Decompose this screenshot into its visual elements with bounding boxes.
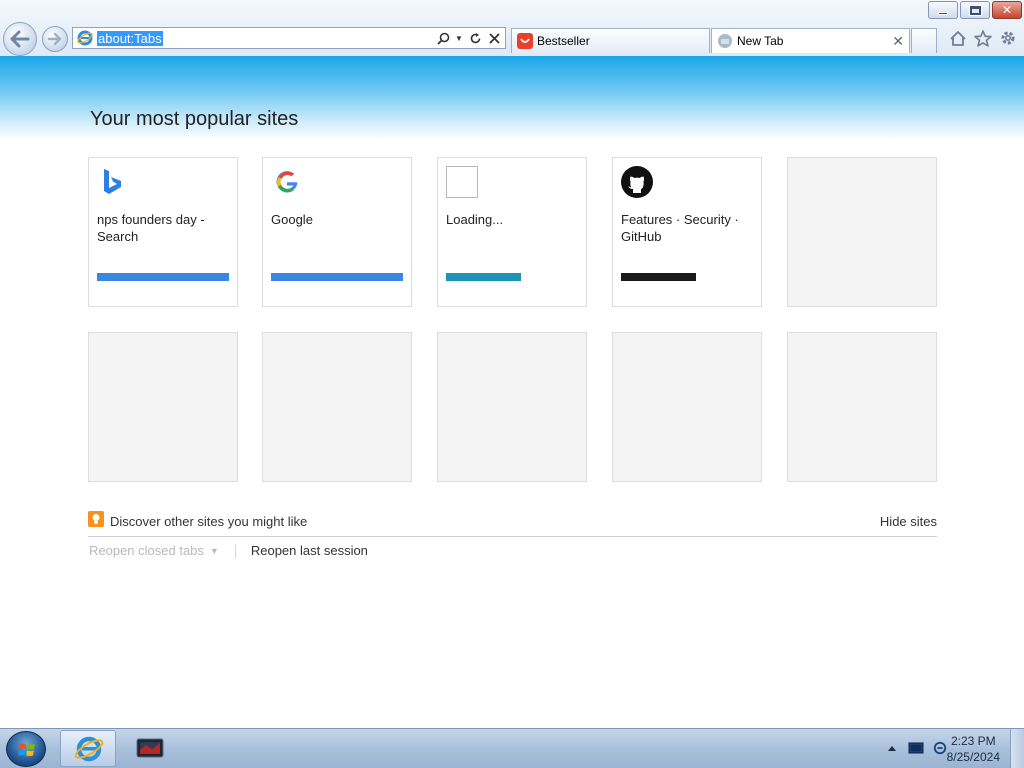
back-button[interactable] <box>3 22 37 56</box>
close-icon: ✕ <box>1001 3 1013 17</box>
discover-row: Discover other sites you might like Hide… <box>88 511 937 537</box>
forward-button[interactable] <box>42 26 68 52</box>
tile-accent-bar <box>97 273 229 281</box>
taskbar-internet-explorer[interactable] <box>60 730 116 767</box>
clock[interactable]: 2:23 PM 8/25/2024 <box>947 733 1000 765</box>
tab-label: New Tab <box>737 34 784 48</box>
tile-accent-bar <box>271 273 403 281</box>
site-tile-google[interactable]: Google <box>262 157 412 307</box>
clock-time: 2:23 PM <box>950 734 996 748</box>
lightbulb-icon <box>88 511 104 527</box>
gear-icon[interactable] <box>998 28 1018 48</box>
tab-label: Bestseller <box>537 34 590 48</box>
empty-site-tile <box>88 332 238 482</box>
tile-title: Google <box>271 212 313 227</box>
action-center-icon[interactable] <box>908 741 924 755</box>
close-button[interactable]: ✕ <box>992 1 1022 19</box>
tab-new-tab[interactable]: New Tab ✕ <box>711 28 910 53</box>
star-icon[interactable] <box>973 28 993 48</box>
ie-icon <box>74 736 104 762</box>
address-actions: ▼ <box>436 30 501 46</box>
taskbar: 2:23 PM 8/25/2024 <box>0 728 1024 768</box>
tile-accent-bar <box>621 273 696 281</box>
search-icon[interactable] <box>436 30 450 46</box>
google-icon <box>276 171 298 193</box>
window-switcher-icon <box>136 738 164 758</box>
dropdown-icon[interactable]: ▼ <box>455 30 463 46</box>
empty-site-tile <box>262 332 412 482</box>
hide-sites-link[interactable]: Hide sites <box>880 514 937 529</box>
chevron-down-icon: ▼ <box>209 545 219 556</box>
site-tile-github[interactable]: Features · Security · GitHub <box>612 157 762 307</box>
url-text[interactable]: about:Tabs <box>97 30 163 46</box>
stop-icon[interactable] <box>487 30 501 46</box>
back-arrow-icon <box>10 30 30 48</box>
forward-arrow-icon <box>47 32 62 46</box>
empty-site-tile <box>612 332 762 482</box>
tile-title: Loading... <box>446 212 504 227</box>
show-desktop-button[interactable] <box>1010 729 1024 768</box>
empty-site-tile <box>787 157 937 307</box>
new-tab-button[interactable] <box>911 28 937 53</box>
empty-site-tile <box>787 332 937 482</box>
shopping-bag-icon <box>517 33 533 49</box>
page-title: Your most popular sites <box>90 108 299 130</box>
separator <box>234 543 236 558</box>
blank-page-icon <box>446 166 478 198</box>
site-tile-bing[interactable]: nps founders day - Search <box>88 157 238 307</box>
empty-site-tile <box>437 332 587 482</box>
start-button[interactable] <box>6 731 46 767</box>
windows-logo-icon <box>18 743 35 756</box>
refresh-icon[interactable] <box>468 30 482 46</box>
home-icon[interactable] <box>948 28 968 48</box>
discover-link[interactable]: Discover other sites you might like <box>110 514 307 529</box>
new-tab-icon <box>718 34 732 48</box>
reopen-closed-tabs-link[interactable]: Reopen closed tabs <box>89 543 204 558</box>
tile-accent-bar <box>446 273 521 281</box>
github-icon <box>621 166 653 198</box>
ie-icon <box>77 30 93 46</box>
address-bar[interactable]: about:Tabs ▼ <box>72 27 506 49</box>
tile-title: Features · Security · GitHub <box>621 212 739 244</box>
bing-icon <box>104 169 121 194</box>
taskbar-window-switcher[interactable] <box>122 730 178 767</box>
reopen-row: Reopen closed tabs ▼ Reopen last session <box>89 543 368 558</box>
tab-bestseller[interactable]: Bestseller <box>511 28 710 53</box>
restore-icon <box>969 5 981 15</box>
clock-date: 8/25/2024 <box>946 750 1000 764</box>
minimize-icon <box>938 11 948 15</box>
system-tray <box>884 741 948 755</box>
network-icon[interactable] <box>932 741 948 755</box>
browser-chrome: ✕ about:Tabs ▼ Bestseller New Tab ✕ <box>0 0 1024 56</box>
site-tile-loading[interactable]: Loading... <box>437 157 587 307</box>
window-controls: ✕ <box>928 1 1022 19</box>
tile-title: nps founders day - Search <box>97 212 205 244</box>
restore-button[interactable] <box>960 1 990 19</box>
tab-close-icon[interactable]: ✕ <box>892 33 904 50</box>
reopen-last-session-link[interactable]: Reopen last session <box>251 543 368 558</box>
toolbar-icons <box>948 28 1018 48</box>
show-hidden-icon[interactable] <box>884 741 900 755</box>
minimize-button[interactable] <box>928 1 958 19</box>
